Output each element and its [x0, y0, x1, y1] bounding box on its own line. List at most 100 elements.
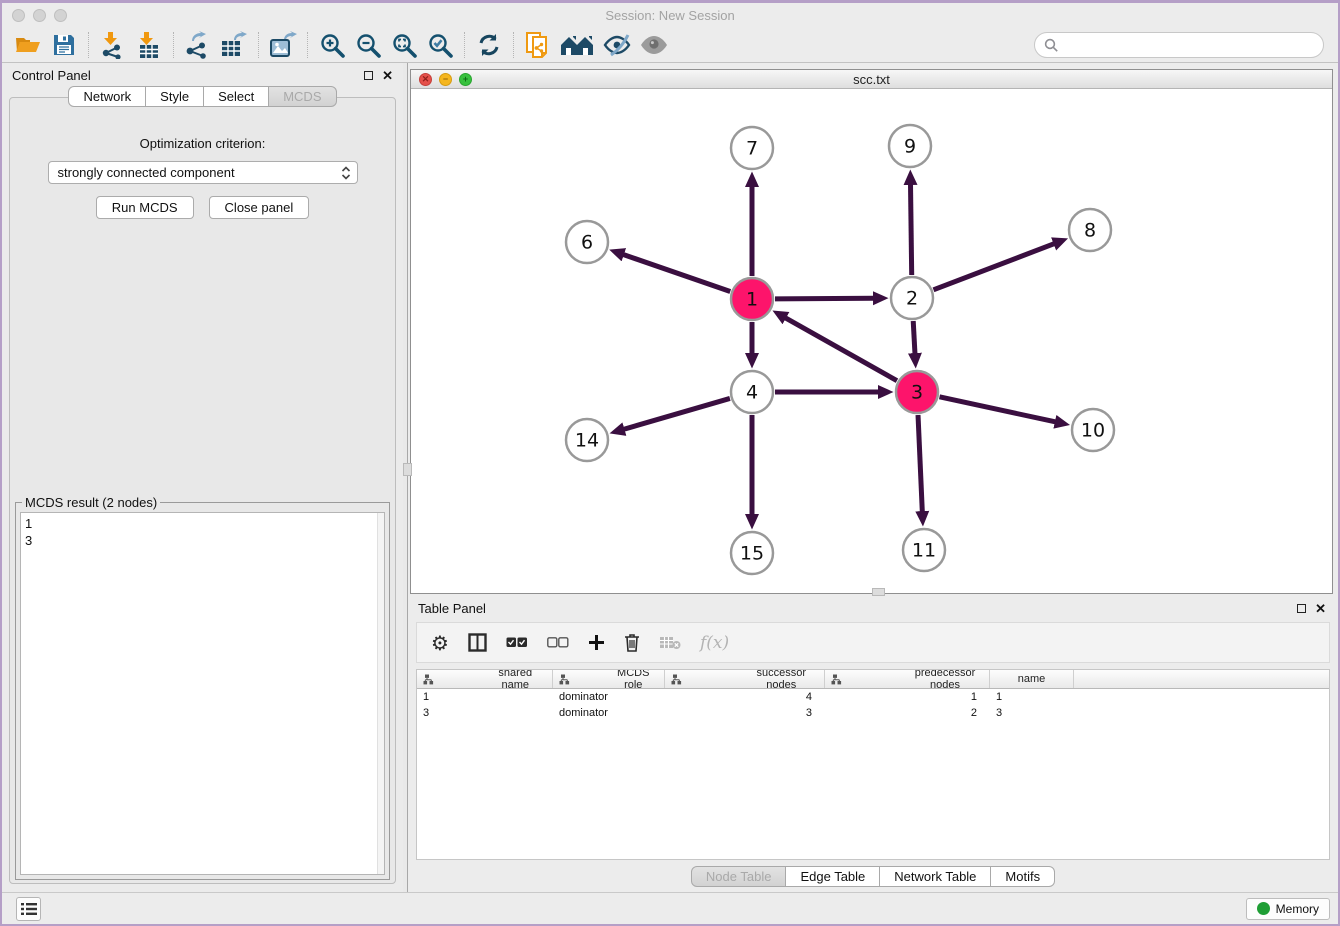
cell-successor-nodes[interactable]: 3: [665, 707, 825, 719]
graph-node-4[interactable]: 4: [731, 371, 773, 413]
tab-network[interactable]: Network: [68, 86, 146, 107]
cell-shared-name[interactable]: 1: [417, 691, 553, 703]
close-table-panel-icon[interactable]: ✕: [1315, 602, 1326, 615]
network-window-titlebar[interactable]: ✕ − + scc.txt: [411, 70, 1332, 89]
export-network-button[interactable]: [183, 30, 213, 60]
graph-edge-3-1[interactable]: [785, 318, 897, 381]
memory-button[interactable]: Memory: [1246, 898, 1330, 920]
graph-edge-2-3[interactable]: [913, 321, 915, 354]
result-scrollbar[interactable]: [377, 513, 384, 874]
memory-status-icon: [1257, 902, 1270, 915]
graph-node-14[interactable]: 14: [566, 419, 608, 461]
column-header-predecessor-nodes[interactable]: predecessor nodes: [825, 670, 990, 688]
unselect-all-columns-button[interactable]: [547, 637, 569, 648]
hide-selected-button[interactable]: [603, 30, 633, 60]
graph-node-8[interactable]: 8: [1069, 209, 1111, 251]
open-session-button[interactable]: [13, 30, 43, 60]
zoom-out-button[interactable]: [353, 30, 383, 60]
cell-shared-name[interactable]: 3: [417, 707, 553, 719]
first-neighbors-button[interactable]: [559, 30, 597, 60]
control-panel: Control Panel ✕ NetworkStyleSelectMCDS O…: [2, 63, 403, 892]
column-header-shared-name[interactable]: shared name: [417, 670, 553, 688]
close-panel-icon[interactable]: ✕: [382, 69, 393, 82]
column-header-MCDS-role[interactable]: MCDS role: [553, 670, 665, 688]
graph-node-15[interactable]: 15: [731, 532, 773, 574]
create-column-button[interactable]: [588, 634, 605, 651]
zoom-in-button[interactable]: [317, 30, 347, 60]
table-row[interactable]: 3dominator323: [417, 705, 1329, 721]
cell-name[interactable]: 3: [990, 707, 1074, 719]
column-header-name[interactable]: name: [990, 670, 1074, 688]
zoom-selected-button[interactable]: [425, 30, 455, 60]
cell-predecessor-nodes[interactable]: 2: [825, 707, 990, 719]
graph-node-10[interactable]: 10: [1072, 409, 1114, 451]
save-icon: [52, 33, 76, 57]
table-settings-button[interactable]: ⚙: [431, 633, 449, 653]
cell-MCDS-role[interactable]: dominator: [553, 707, 665, 719]
cell-MCDS-role[interactable]: dominator: [553, 691, 665, 703]
close-panel-button[interactable]: Close panel: [209, 196, 310, 219]
horizontal-splitter-handle[interactable]: [872, 588, 885, 596]
graph-edge-2-9[interactable]: [911, 184, 912, 275]
splitter-handle[interactable]: [403, 463, 412, 476]
clone-network-button[interactable]: [523, 30, 553, 60]
task-history-button[interactable]: [16, 897, 41, 921]
delete-table-button[interactable]: [659, 635, 681, 650]
cell-successor-nodes[interactable]: 4: [665, 691, 825, 703]
mcds-result-title: MCDS result (2 nodes): [22, 495, 160, 510]
vertical-splitter[interactable]: [403, 63, 408, 892]
graph-edge-4-14[interactable]: [623, 398, 729, 429]
session-title: Session: New Session: [2, 8, 1338, 23]
table-tab-edge-table[interactable]: Edge Table: [786, 866, 880, 887]
search-input[interactable]: [1034, 32, 1324, 58]
import-network-button[interactable]: [98, 30, 128, 60]
table-tab-node-table[interactable]: Node Table: [691, 866, 787, 887]
graph-node-1[interactable]: 1: [731, 278, 773, 320]
column-header-successor-nodes[interactable]: successor nodes: [665, 670, 825, 688]
graph-edge-3-11[interactable]: [918, 415, 922, 512]
graph-node-6[interactable]: 6: [566, 221, 608, 263]
graph-node-3[interactable]: 3: [896, 371, 938, 413]
export-table-button[interactable]: [219, 30, 249, 60]
network-canvas[interactable]: 7 9 6 8 1 2 4 3 14 10 15 11: [411, 89, 1332, 593]
table-tab-motifs[interactable]: Motifs: [991, 866, 1055, 887]
cell-predecessor-nodes[interactable]: 1: [825, 691, 990, 703]
plus-icon: [588, 634, 605, 651]
select-all-columns-button[interactable]: [506, 637, 528, 648]
optimization-criterion-dropdown[interactable]: strongly connected component: [48, 161, 358, 184]
column-selector-button[interactable]: [468, 633, 487, 652]
graph-node-7[interactable]: 7: [731, 127, 773, 169]
float-panel-icon[interactable]: [364, 71, 373, 80]
statusbar: Memory: [2, 892, 1338, 924]
graph-edge-3-10[interactable]: [939, 397, 1055, 422]
dropdown-value: strongly connected component: [58, 165, 341, 180]
tab-select[interactable]: Select: [204, 86, 269, 107]
export-image-button[interactable]: [268, 30, 298, 60]
show-all-button[interactable]: [639, 30, 669, 60]
mcds-panel: Optimization criterion: strongly connect…: [9, 97, 396, 884]
float-table-panel-icon[interactable]: [1297, 604, 1306, 613]
tab-mcds[interactable]: MCDS: [269, 86, 336, 107]
graph-node-11[interactable]: 11: [903, 529, 945, 571]
import-table-button[interactable]: [134, 30, 164, 60]
graph-edge-2-8[interactable]: [933, 244, 1054, 290]
svg-text:2: 2: [906, 288, 918, 310]
mcds-result-text[interactable]: 1 3: [21, 513, 377, 874]
delete-column-button[interactable]: [624, 633, 640, 652]
refresh-button[interactable]: [474, 30, 504, 60]
zoom-fit-button[interactable]: [389, 30, 419, 60]
graph-edge-1-6[interactable]: [623, 254, 730, 291]
graph-node-2[interactable]: 2: [891, 277, 933, 319]
svg-text:8: 8: [1084, 220, 1096, 242]
function-builder-button[interactable]: f(x): [700, 633, 729, 653]
save-session-button[interactable]: [49, 30, 79, 60]
table-row[interactable]: 1dominator411: [417, 689, 1329, 705]
table-tab-network-table[interactable]: Network Table: [880, 866, 991, 887]
gear-icon: ⚙: [431, 633, 449, 653]
graph-edge-1-2[interactable]: [775, 298, 874, 299]
tab-style[interactable]: Style: [146, 86, 204, 107]
run-mcds-button[interactable]: Run MCDS: [96, 196, 194, 219]
graph-node-9[interactable]: 9: [889, 125, 931, 167]
cell-name[interactable]: 1: [990, 691, 1074, 703]
svg-text:15: 15: [740, 543, 764, 565]
